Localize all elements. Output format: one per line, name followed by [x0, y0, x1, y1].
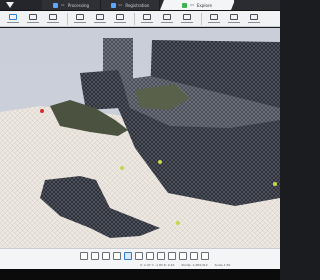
red-marker — [40, 109, 44, 113]
registration-icon — [110, 2, 116, 8]
settings-tool-icon[interactable] — [205, 12, 223, 26]
clip-tool-icon[interactable] — [44, 12, 62, 26]
fit-icon[interactable] — [168, 252, 176, 260]
view-buttons — [80, 252, 209, 260]
measure-tool-icon[interactable] — [4, 12, 22, 26]
screen-bezel — [0, 269, 280, 280]
section-tool-icon[interactable] — [111, 12, 129, 26]
stage-explore-tab[interactable]: 03 Explore — [160, 0, 235, 10]
target-marker — [120, 166, 124, 170]
toolbar-separator — [134, 12, 135, 25]
top-view-icon[interactable] — [91, 252, 99, 260]
processing-icon — [52, 2, 58, 8]
explore-icon — [182, 3, 187, 8]
toolbar-separator — [201, 12, 202, 25]
stage-number: 01 — [60, 3, 65, 7]
target-marker — [273, 182, 277, 186]
orbit-icon[interactable] — [135, 252, 143, 260]
target-marker — [176, 221, 180, 225]
grid-icon[interactable] — [179, 252, 187, 260]
front-view-icon[interactable] — [102, 252, 110, 260]
target-marker — [158, 160, 162, 164]
stage-registration-tab[interactable]: 02 Registration — [101, 0, 160, 10]
point-cloud-scene — [0, 38, 280, 248]
stage-label: Processing — [67, 2, 90, 8]
coordinate-readout: X: 2.47 Y: -1.83 Z: 0.42 — [140, 263, 175, 267]
cabinet-mesh — [80, 70, 122, 110]
stage-number: 03 — [190, 3, 194, 7]
color-tool-icon[interactable] — [138, 12, 156, 26]
export-tool-icon[interactable] — [178, 12, 196, 26]
view-tool-icon[interactable] — [91, 12, 109, 26]
toolbar-separator — [67, 12, 68, 25]
perspective-icon[interactable] — [124, 252, 132, 260]
ribbon-toolbar — [0, 11, 280, 27]
view-controls-bar: X: 2.47 Y: -1.83 Z: 0.42 Points: 1,284,3… — [0, 248, 280, 269]
status-readout: X: 2.47 Y: -1.83 Z: 0.42 Points: 1,284,3… — [140, 263, 236, 267]
scale-readout: Scale 1:50 — [214, 263, 231, 267]
report-tool-icon[interactable] — [245, 12, 263, 26]
select-tool-icon[interactable] — [24, 12, 42, 26]
measure-icon[interactable] — [190, 252, 198, 260]
stage-bar-filler — [235, 0, 280, 10]
stage-processing-tab[interactable]: 01 Processing — [42, 0, 101, 10]
stage-label: Registration — [125, 2, 150, 8]
zoom-icon[interactable] — [157, 252, 165, 260]
transform-tool-icon[interactable] — [71, 12, 89, 26]
3d-viewport[interactable] — [0, 28, 280, 248]
snapshot-tool-icon[interactable] — [225, 12, 243, 26]
pan-icon[interactable] — [146, 252, 154, 260]
point-count: Points: 1,284,312 — [181, 263, 208, 267]
layers-tool-icon[interactable] — [158, 12, 176, 26]
layers-icon[interactable] — [201, 252, 209, 260]
home-view-icon[interactable] — [80, 252, 88, 260]
side-view-icon[interactable] — [113, 252, 121, 260]
app-logo-icon — [6, 2, 14, 8]
stage-number: 02 — [118, 3, 123, 7]
stage-label: Explore — [196, 2, 212, 8]
stage-bar: 01 Processing 02 Registration 03 Explore — [0, 0, 280, 11]
app-logo[interactable] — [0, 0, 42, 10]
